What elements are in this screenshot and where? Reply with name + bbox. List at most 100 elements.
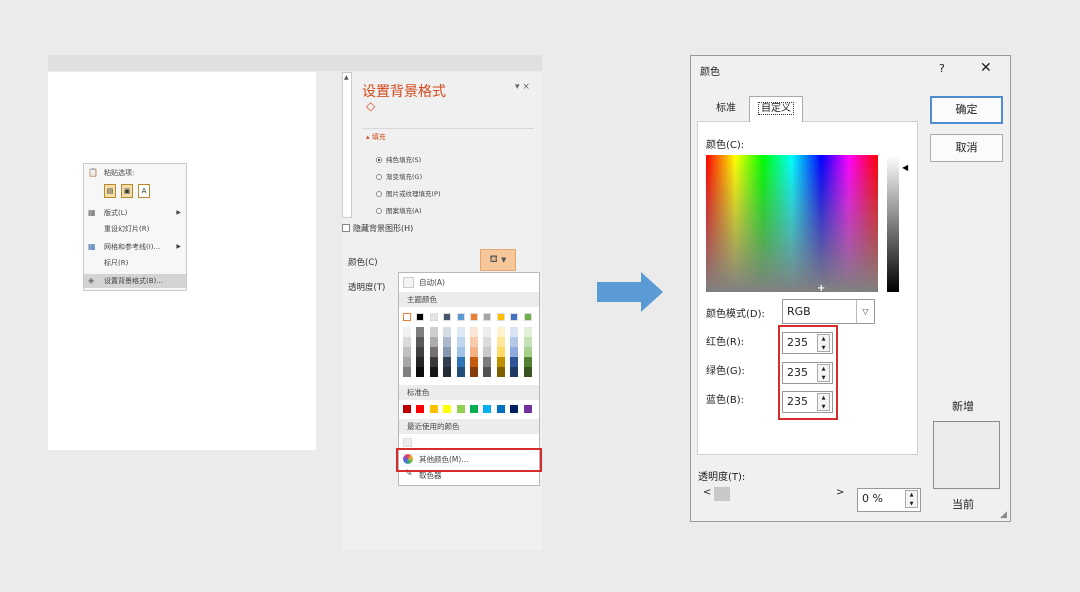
theme-shade-swatch[interactable] <box>497 327 505 337</box>
theme-shade-swatch[interactable] <box>457 337 465 347</box>
theme-color-swatch[interactable] <box>416 313 424 321</box>
standard-color-swatch[interactable] <box>510 405 518 413</box>
theme-color-swatch[interactable] <box>443 313 451 321</box>
theme-shade-swatch[interactable] <box>443 357 451 367</box>
context-item-reset-slide[interactable]: 重设幻灯片(R) <box>84 222 186 236</box>
context-item-grid-guides[interactable]: ▦ 网格和参考线(I)... ▶ <box>84 240 186 254</box>
theme-shade-swatch[interactable] <box>510 357 518 367</box>
theme-color-swatch[interactable] <box>457 313 465 321</box>
theme-shade-swatch[interactable] <box>510 347 518 357</box>
paste-picture-icon[interactable]: ▣ <box>121 184 133 198</box>
close-icon[interactable]: ✕ <box>980 60 992 76</box>
standard-color-swatch[interactable] <box>416 405 424 413</box>
hide-background-graphics-checkbox[interactable]: 隐藏背景图形(H) <box>342 223 413 234</box>
theme-shade-swatch[interactable] <box>483 347 491 357</box>
theme-shade-swatch[interactable] <box>470 337 478 347</box>
context-item-layout[interactable]: ▦ 版式(L) ▶ <box>84 206 186 220</box>
tab-custom[interactable]: 自定义 <box>749 96 803 122</box>
standard-color-swatch[interactable] <box>470 405 478 413</box>
transparency-slider-thumb[interactable] <box>714 487 730 501</box>
pane-scrollbar[interactable] <box>342 72 352 218</box>
paste-keep-source-icon[interactable]: ▤ <box>104 184 116 198</box>
theme-shade-swatch[interactable] <box>497 367 505 377</box>
luminance-pointer-icon[interactable]: ◀ <box>902 163 908 172</box>
scroll-up-icon[interactable]: ▲ <box>344 74 349 81</box>
paste-text-only-icon[interactable]: A <box>138 184 150 198</box>
theme-shade-swatch[interactable] <box>470 367 478 377</box>
theme-shade-swatch[interactable] <box>470 327 478 337</box>
auto-color-option[interactable]: 自动(A) <box>419 277 445 288</box>
theme-shade-swatch[interactable] <box>403 347 411 357</box>
theme-shade-swatch[interactable] <box>470 347 478 357</box>
standard-color-swatch[interactable] <box>483 405 491 413</box>
ok-button[interactable]: 确定 <box>930 96 1003 124</box>
theme-shade-swatch[interactable] <box>443 337 451 347</box>
transparency-spinner[interactable]: 0 % ▲▼ <box>857 488 921 512</box>
theme-shade-swatch[interactable] <box>510 337 518 347</box>
auto-color-swatch[interactable] <box>403 277 414 288</box>
standard-color-swatch[interactable] <box>430 405 438 413</box>
radio-solid-fill[interactable]: 纯色填充(S) <box>376 154 421 164</box>
fill-color-button[interactable]: ⛾ ▼ <box>480 249 516 271</box>
resize-grip-icon[interactable]: ◢ <box>1000 510 1007 520</box>
standard-color-swatch[interactable] <box>497 405 505 413</box>
color-mode-select[interactable]: RGB ▽ <box>782 299 875 324</box>
theme-shade-swatch[interactable] <box>483 357 491 367</box>
theme-shade-swatch[interactable] <box>416 367 424 377</box>
theme-shade-swatch[interactable] <box>443 367 451 377</box>
theme-shade-swatch[interactable] <box>497 347 505 357</box>
theme-shade-swatch[interactable] <box>443 327 451 337</box>
crosshair-icon[interactable]: + <box>817 283 825 294</box>
theme-shade-swatch[interactable] <box>524 327 532 337</box>
context-item-format-background[interactable]: ◈ 设置背景格式(B)... <box>84 274 186 288</box>
radio-picture-fill[interactable]: 图片或纹理填充(P) <box>376 188 441 198</box>
theme-shade-swatch[interactable] <box>416 357 424 367</box>
theme-shade-swatch[interactable] <box>430 357 438 367</box>
standard-color-swatch[interactable] <box>443 405 451 413</box>
theme-shade-swatch[interactable] <box>457 347 465 357</box>
theme-color-swatch[interactable] <box>497 313 505 321</box>
cancel-button[interactable]: 取消 <box>930 134 1003 162</box>
theme-shade-swatch[interactable] <box>483 367 491 377</box>
theme-color-swatch[interactable] <box>483 313 491 321</box>
theme-shade-swatch[interactable] <box>416 337 424 347</box>
theme-shade-swatch[interactable] <box>416 327 424 337</box>
help-button[interactable]: ? <box>939 62 945 75</box>
standard-color-swatch[interactable] <box>403 405 411 413</box>
theme-shade-swatch[interactable] <box>403 337 411 347</box>
theme-shade-swatch[interactable] <box>403 327 411 337</box>
standard-color-swatch[interactable] <box>524 405 532 413</box>
theme-shade-swatch[interactable] <box>524 347 532 357</box>
theme-shade-swatch[interactable] <box>483 327 491 337</box>
theme-color-swatch[interactable] <box>470 313 478 321</box>
color-spectrum[interactable] <box>706 155 878 292</box>
fill-section-header[interactable]: ▴ 填充 <box>366 132 386 142</box>
theme-shade-swatch[interactable] <box>430 367 438 377</box>
spin-arrows-icon[interactable]: ▲▼ <box>905 490 918 508</box>
theme-color-swatch[interactable] <box>510 313 518 321</box>
theme-shade-swatch[interactable] <box>403 367 411 377</box>
pane-controls[interactable]: ▾ × <box>515 82 530 92</box>
theme-shade-swatch[interactable] <box>416 347 424 357</box>
luminance-slider[interactable] <box>887 155 899 292</box>
theme-shade-swatch[interactable] <box>510 367 518 377</box>
theme-shade-swatch[interactable] <box>430 347 438 357</box>
theme-shade-swatch[interactable] <box>497 357 505 367</box>
context-item-ruler[interactable]: 标尺(R) <box>84 256 186 270</box>
fill-bucket-icon[interactable]: ◇ <box>366 99 375 113</box>
theme-shade-swatch[interactable] <box>443 347 451 357</box>
theme-shade-swatch[interactable] <box>524 367 532 377</box>
theme-shade-swatch[interactable] <box>524 337 532 347</box>
theme-shade-swatch[interactable] <box>470 357 478 367</box>
theme-shade-swatch[interactable] <box>430 327 438 337</box>
theme-shade-swatch[interactable] <box>457 367 465 377</box>
theme-shade-swatch[interactable] <box>510 327 518 337</box>
standard-color-swatch[interactable] <box>457 405 465 413</box>
radio-gradient-fill[interactable]: 渐变填充(G) <box>376 171 422 181</box>
tab-standard[interactable]: 标准 <box>702 97 750 121</box>
theme-shade-swatch[interactable] <box>403 357 411 367</box>
recent-color-swatch[interactable] <box>403 438 412 447</box>
theme-color-swatch[interactable] <box>403 313 411 321</box>
theme-shade-swatch[interactable] <box>497 337 505 347</box>
radio-pattern-fill[interactable]: 图案填充(A) <box>376 205 422 215</box>
